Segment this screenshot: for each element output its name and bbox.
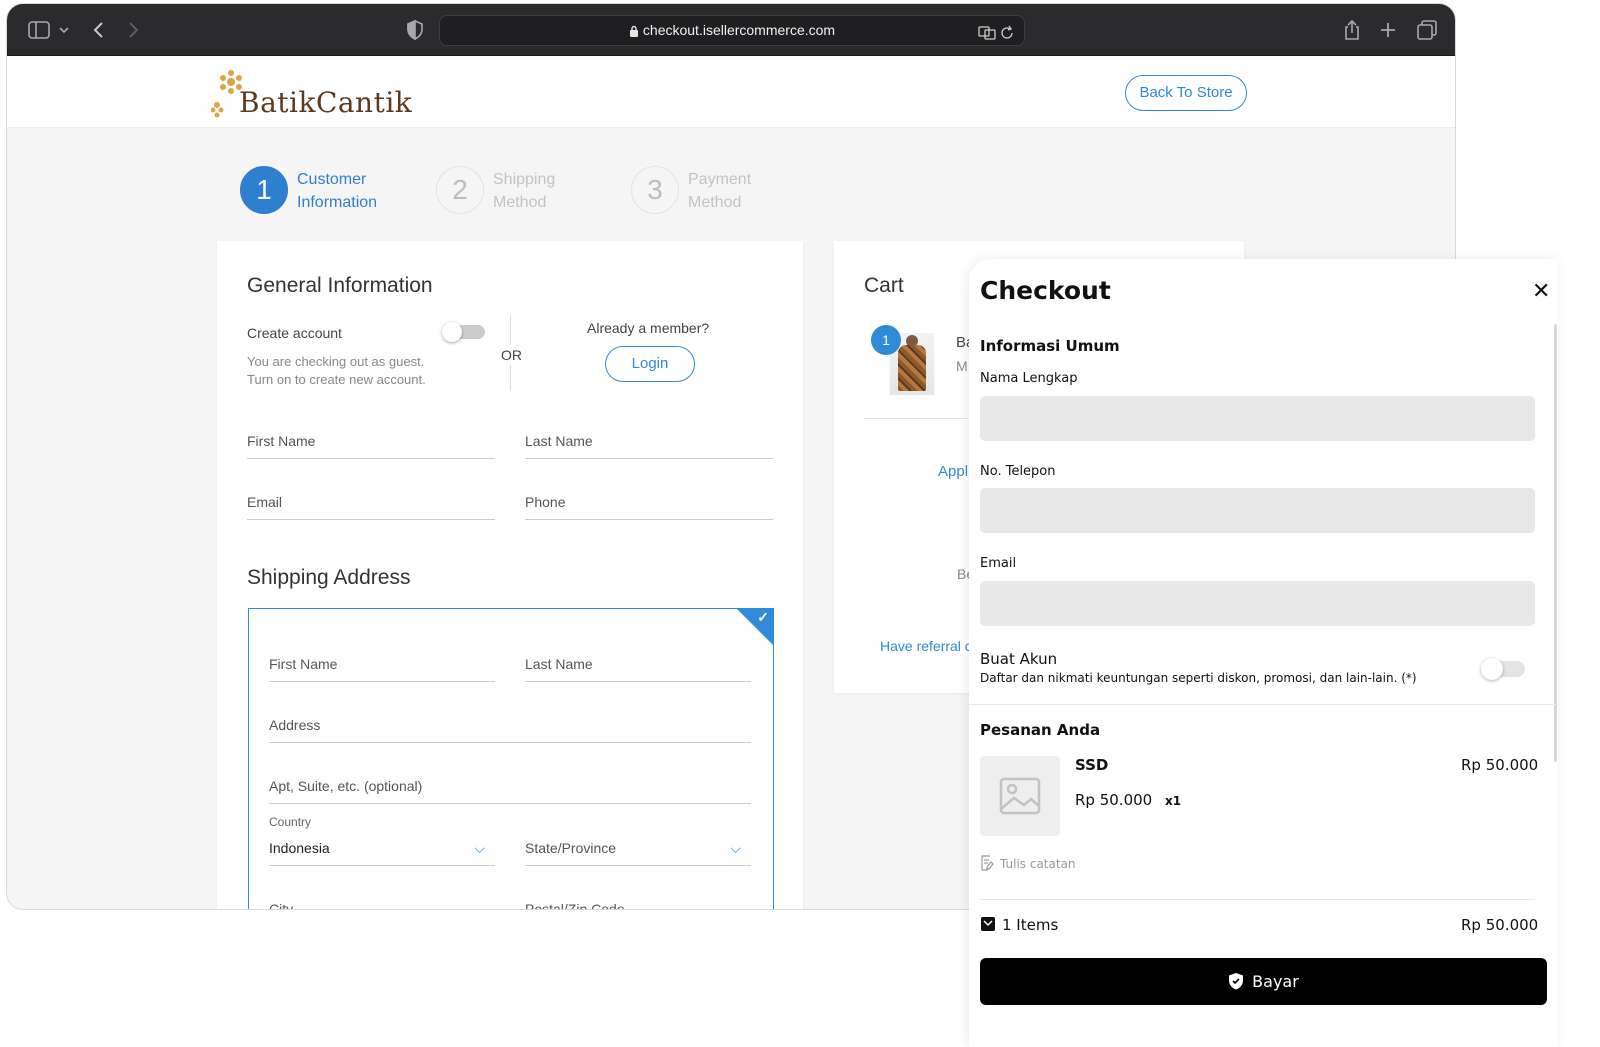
shield-check-icon <box>1228 961 1244 1008</box>
account-description: Daftar dan nikmati keuntungan seperti di… <box>980 671 1417 685</box>
account-title: Buat Akun <box>980 650 1058 668</box>
product-image-placeholder-icon <box>980 756 1060 836</box>
create-account-toggle[interactable] <box>442 322 485 342</box>
create-account-label: Create account <box>247 325 342 341</box>
store-header: BatikCantik Back To Store <box>7 56 1455 128</box>
login-button[interactable]: Login <box>605 346 695 382</box>
guest-note-line2: Turn on to create new account. <box>247 372 426 387</box>
back-to-store-button[interactable]: Back To Store <box>1125 75 1247 111</box>
items-count: 1 Items <box>980 916 1058 936</box>
city-field[interactable]: City <box>269 897 495 909</box>
referral-link[interactable]: Have referral c <box>880 638 972 654</box>
country-value: Indonesia <box>269 840 330 856</box>
checkout-steps: 1 Customer Information 2 Shipping Method 3… <box>240 166 800 216</box>
summary-divider <box>980 899 1535 900</box>
forward-arrow-icon[interactable] <box>121 18 145 42</box>
product-unit-price: Rp 50.000 <box>1075 791 1153 809</box>
note-edit-icon <box>980 855 994 874</box>
step-number: 2 <box>436 166 484 214</box>
phone-input[interactable] <box>980 488 1535 533</box>
create-account-toggle[interactable] <box>1481 658 1525 680</box>
customer-info-card: General Information Create account You a… <box>217 241 803 909</box>
url-text: checkout.isellercommerce.com <box>642 22 836 38</box>
items-total: Rp 50.000 <box>1461 916 1539 934</box>
back-arrow-icon[interactable] <box>87 18 111 42</box>
sidebar-toggle-icon[interactable] <box>27 18 51 42</box>
step-label: Payment Method <box>688 171 752 211</box>
chevron-down-icon[interactable] <box>57 18 71 42</box>
email-input[interactable] <box>980 581 1535 626</box>
checkout-panel: Checkout ✕ Informasi Umum Nama Lengkap N… <box>969 259 1558 1047</box>
phone-label: No. Telepon <box>980 464 1056 479</box>
postal-field[interactable]: Postal/Zip Code <box>525 897 751 909</box>
lock-icon <box>629 18 639 47</box>
phone-field[interactable]: Phone <box>525 490 773 520</box>
first-name-field[interactable]: First Name <box>247 429 495 459</box>
already-member-label: Already a member? <box>587 320 710 336</box>
product-name: SSD <box>1075 756 1109 774</box>
address-bar[interactable]: checkout.isellercommerce.com <box>439 15 1025 46</box>
cart-item-variant: M <box>956 358 968 374</box>
cart-qty-badge: 1 <box>871 325 901 355</box>
translate-reload-icon[interactable] <box>978 22 1016 51</box>
store-logo-text[interactable]: BatikCantik <box>239 86 412 119</box>
apt-field[interactable]: Apt, Suite, etc. (optional) <box>269 774 751 804</box>
ship-first-name-field[interactable]: First Name <box>269 652 495 682</box>
step-label: Shipping Method <box>493 171 556 211</box>
new-tab-icon[interactable] <box>1376 18 1400 42</box>
panel-scrollbar[interactable] <box>1554 324 1557 762</box>
ship-last-name-field[interactable]: Last Name <box>525 652 751 682</box>
address-field[interactable]: Address <box>269 713 751 743</box>
step-number: 1 <box>240 166 288 214</box>
browser-toolbar: checkout.isellercommerce.com <box>7 4 1455 56</box>
section-divider <box>969 704 1558 705</box>
order-section-title: Pesanan Anda <box>980 721 1101 739</box>
guest-note-line1: You are checking out as guest. <box>247 354 425 369</box>
state-placeholder: State/Province <box>525 840 617 856</box>
panel-title: Checkout <box>980 276 1111 305</box>
email-field[interactable]: Email <box>247 490 495 520</box>
last-name-field[interactable]: Last Name <box>525 429 773 459</box>
apply-link[interactable]: Appl <box>938 463 968 480</box>
chevron-down-icon: ⌵ <box>730 840 741 856</box>
close-icon[interactable]: ✕ <box>1532 279 1550 304</box>
general-info-title: General Information <box>247 274 433 297</box>
country-select[interactable]: Indonesia ⌵ <box>269 836 495 866</box>
privacy-shield-icon[interactable] <box>403 18 427 42</box>
cart-title: Cart <box>864 274 904 297</box>
step-number: 3 <box>631 166 679 214</box>
check-icon: ✓ <box>757 609 769 625</box>
step-label: Customer Information <box>297 171 378 211</box>
chevron-down-icon: ⌵ <box>474 840 485 856</box>
shipping-address-box: ✓ First Name Last Name Address Apt, Suit… <box>248 608 774 909</box>
shipping-address-title: Shipping Address <box>247 566 411 589</box>
country-label: Country <box>269 815 312 829</box>
note-link[interactable]: Tulis catatan <box>980 855 1076 874</box>
general-section-title: Informasi Umum <box>980 337 1120 355</box>
product-quantity: x1 <box>1165 794 1182 808</box>
bag-icon <box>980 916 996 936</box>
email-label: Email <box>980 556 1017 571</box>
tab-overview-icon[interactable] <box>1415 18 1439 42</box>
or-label: OR <box>501 345 522 365</box>
pay-button[interactable]: Bayar <box>980 958 1547 1005</box>
name-input[interactable] <box>980 396 1535 441</box>
share-icon[interactable] <box>1340 18 1364 42</box>
name-label: Nama Lengkap <box>980 371 1078 386</box>
product-line-price: Rp 50.000 <box>1461 756 1539 774</box>
state-select[interactable]: State/Province ⌵ <box>525 836 751 866</box>
